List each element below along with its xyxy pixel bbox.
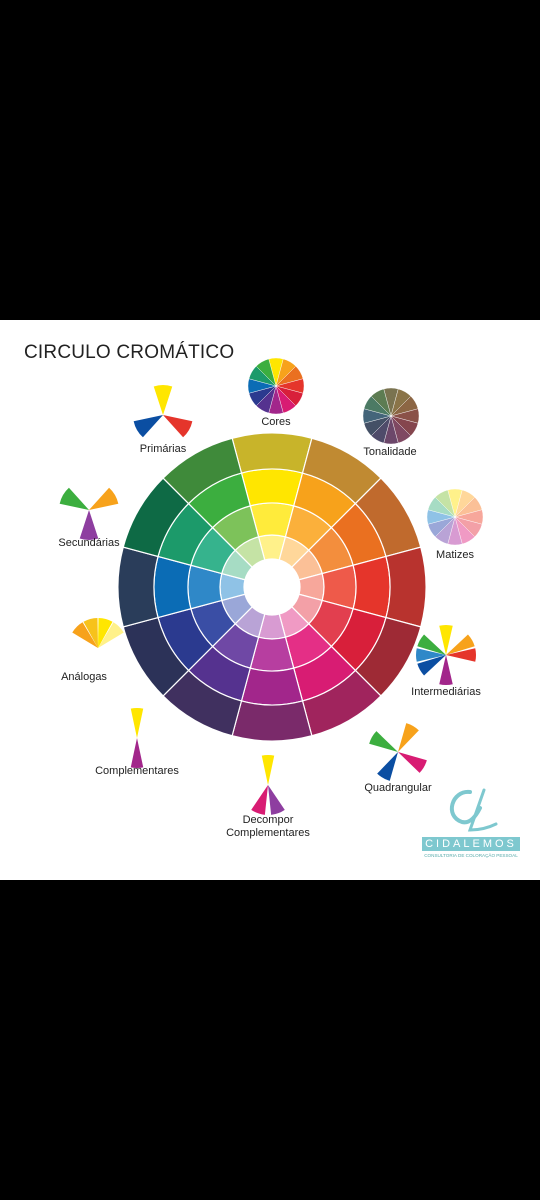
label-decompor-line1: Decompor: [242, 814, 294, 826]
decompor-icon: [251, 755, 285, 815]
wheel-segment: [352, 555, 391, 619]
label-cores: Cores: [261, 416, 291, 428]
blade: [268, 785, 285, 815]
diagram-stage: CIRCULO CROMÁTICO Cores Tonalidade Primá…: [0, 320, 540, 880]
blade: [130, 738, 144, 768]
color-wheel-card: CIRCULO CROMÁTICO Cores Tonalidade Primá…: [0, 320, 540, 880]
main-wheel: [117, 432, 427, 742]
wheel-segment: [231, 700, 313, 742]
blade: [163, 415, 193, 438]
primarias-icon: [133, 385, 193, 438]
label-quadrangular: Quadrangular: [364, 782, 432, 794]
label-matizes: Matizes: [436, 549, 474, 561]
label-analogas: Análogas: [61, 671, 107, 683]
label-primarias: Primárias: [139, 443, 187, 455]
logo-name: CIDALEMOS: [422, 837, 520, 851]
matizes-wheel: [426, 488, 484, 546]
label-complementares: Complementares: [95, 765, 179, 777]
blade: [439, 625, 453, 655]
label-intermediarias: Intermediárias: [411, 686, 481, 698]
blade: [398, 752, 427, 773]
logo-tagline: CONSULTORIA DE COLORAÇÃO PESSOAL: [424, 853, 518, 858]
complementares-icon: [130, 708, 144, 768]
blade: [133, 415, 163, 438]
blade: [79, 510, 99, 540]
blade: [398, 723, 419, 752]
wheel-center: [245, 560, 299, 614]
wheel-segment: [153, 555, 192, 619]
blade: [369, 731, 398, 752]
logo-monogram-icon: [450, 788, 498, 832]
blade: [59, 487, 89, 510]
wheel-segment: [385, 546, 427, 628]
secundarias-icon: [59, 487, 119, 540]
blade: [439, 655, 453, 686]
cores-wheel: [247, 357, 305, 415]
blade: [89, 487, 119, 510]
wheel-segment: [117, 546, 159, 628]
label-secundarias: Secundárias: [58, 537, 120, 549]
intermediarias-icon: [415, 625, 477, 686]
blade: [251, 785, 268, 815]
blade: [153, 385, 173, 415]
tonalidade-wheel: [362, 387, 420, 445]
label-decompor-line2: Complementares: [226, 827, 310, 839]
wheel-segment: [240, 468, 304, 507]
wheel-segment: [231, 432, 313, 474]
blade: [130, 708, 144, 738]
analogas-icon: [72, 618, 124, 648]
blade: [377, 752, 398, 781]
blade: [261, 755, 275, 785]
label-decompor: Decompor Complementares: [226, 814, 310, 840]
label-tonalidade: Tonalidade: [363, 446, 417, 458]
quadrangular-icon: [369, 723, 427, 781]
wheel-segment: [240, 667, 304, 706]
